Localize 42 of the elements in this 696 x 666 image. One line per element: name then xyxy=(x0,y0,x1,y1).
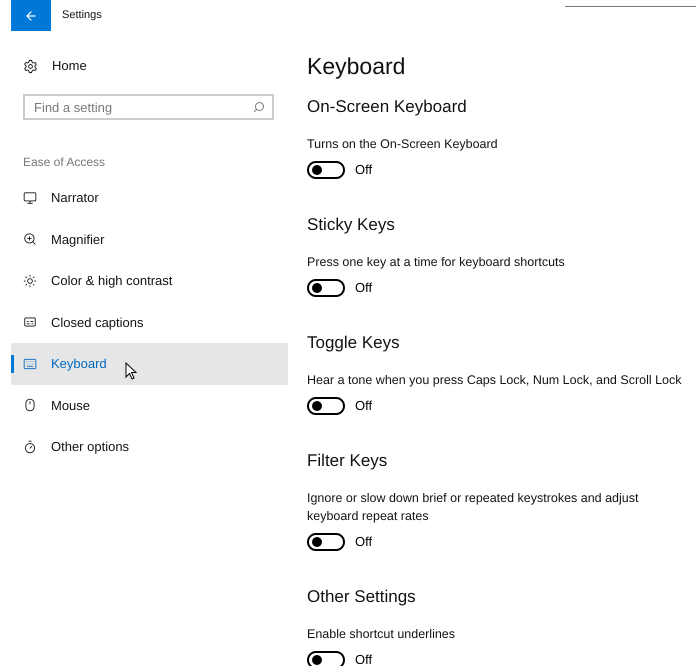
section-description: Press one key at a time for keyboard shortcuts xyxy=(307,254,566,271)
toggle-switch[interactable] xyxy=(307,651,345,666)
section-description: Hear a tone when you press Caps Lock, Num Lock, and Scroll Lock xyxy=(307,372,682,389)
mouse-cursor-icon xyxy=(125,362,137,381)
toggle-switch[interactable] xyxy=(307,533,345,551)
keyboard-icon xyxy=(23,356,37,371)
toggle-switch[interactable] xyxy=(307,397,345,415)
group-label: Ease of Access xyxy=(23,154,106,171)
toggle-state-label: Off xyxy=(355,651,372,666)
captions-icon xyxy=(23,315,37,330)
nav-item[interactable]: Color & high contrast xyxy=(11,260,288,302)
toggle-state-label: Off xyxy=(355,161,372,180)
search-icon xyxy=(253,101,265,113)
monitor-icon xyxy=(23,190,37,205)
home-link[interactable]: Home xyxy=(11,50,288,82)
nav-item[interactable]: Narrator xyxy=(11,177,288,218)
window-title: Settings xyxy=(62,8,102,24)
settings-icon xyxy=(23,58,38,74)
nav-item[interactable]: Magnifier xyxy=(11,218,288,260)
section-description: Ignore or slow down brief or repeated keystrokes and adjust keyboard repeat rates xyxy=(307,490,640,525)
page-title: Keyboard xyxy=(307,52,406,81)
toggle-state-label: Off xyxy=(355,397,372,416)
nav-item[interactable]: Mouse xyxy=(11,384,288,426)
nav-item[interactable]: Keyboard xyxy=(11,343,288,384)
search-field[interactable]: Find a setting xyxy=(23,94,274,120)
section-description: Enable shortcut underlines xyxy=(307,626,456,643)
nav-item[interactable]: Other options xyxy=(11,426,288,468)
toggle-switch[interactable] xyxy=(307,161,345,179)
toggle-switch[interactable] xyxy=(307,279,345,297)
section-title: Other Settings xyxy=(307,586,417,608)
toggle-state-label: Off xyxy=(355,533,372,552)
sun-icon xyxy=(23,274,37,288)
section-title: Filter Keys xyxy=(307,450,388,472)
section-description: Turns on the On-Screen Keyboard xyxy=(307,136,499,153)
section-title: Toggle Keys xyxy=(307,332,401,354)
zoom-in-icon xyxy=(23,232,37,246)
section-title: On-Screen Keyboard xyxy=(307,96,468,118)
section-title: Sticky Keys xyxy=(307,214,396,236)
nav-item[interactable]: Closed captions xyxy=(11,302,288,343)
mouse-icon xyxy=(23,398,37,412)
toggle-state-label: Off xyxy=(355,279,372,298)
timer-icon xyxy=(23,440,37,454)
